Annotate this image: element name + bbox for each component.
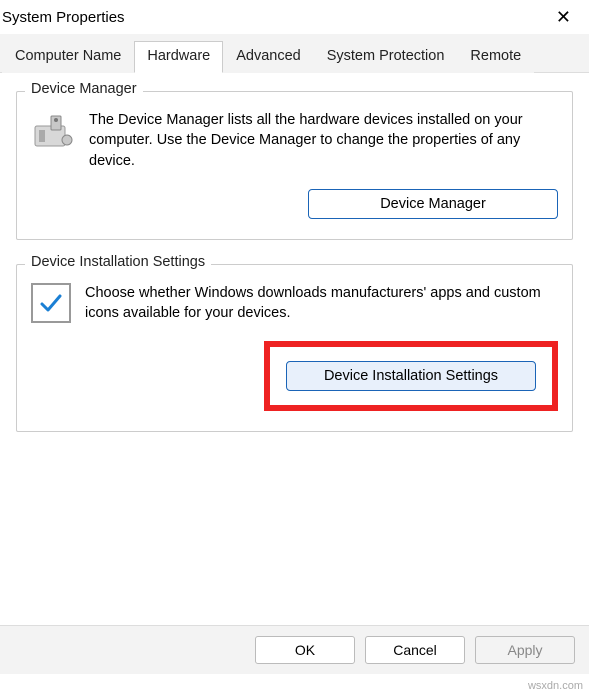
close-icon[interactable]: ✕ bbox=[548, 3, 579, 32]
cancel-button[interactable]: Cancel bbox=[365, 636, 465, 664]
device-manager-group: Device Manager The Device Manager lists … bbox=[16, 91, 573, 240]
install-settings-desc: Choose whether Windows downloads manufac… bbox=[85, 283, 558, 324]
tab-bar: Computer Name Hardware Advanced System P… bbox=[0, 34, 589, 73]
window-title: System Properties bbox=[2, 9, 125, 26]
tab-content: Device Manager The Device Manager lists … bbox=[0, 73, 589, 466]
device-manager-legend: Device Manager bbox=[25, 81, 143, 97]
dialog-button-bar: OK Cancel Apply bbox=[0, 625, 589, 674]
device-manager-icon bbox=[31, 112, 75, 152]
install-settings-button[interactable]: Device Installation Settings bbox=[286, 361, 536, 391]
tab-hardware[interactable]: Hardware bbox=[134, 41, 223, 73]
highlight-box: Device Installation Settings bbox=[264, 341, 558, 411]
device-manager-button[interactable]: Device Manager bbox=[308, 189, 558, 219]
install-settings-legend: Device Installation Settings bbox=[25, 254, 211, 270]
tab-remote[interactable]: Remote bbox=[457, 41, 534, 73]
install-settings-group: Device Installation Settings Choose whet… bbox=[16, 264, 573, 433]
tab-advanced[interactable]: Advanced bbox=[223, 41, 314, 73]
titlebar: System Properties ✕ bbox=[0, 0, 589, 34]
watermark: wsxdn.com bbox=[528, 680, 583, 692]
tab-computer-name[interactable]: Computer Name bbox=[2, 41, 134, 73]
tab-system-protection[interactable]: System Protection bbox=[314, 41, 458, 73]
checkmark-icon bbox=[31, 283, 71, 323]
device-manager-desc: The Device Manager lists all the hardwar… bbox=[89, 110, 558, 171]
apply-button: Apply bbox=[475, 636, 575, 664]
ok-button[interactable]: OK bbox=[255, 636, 355, 664]
